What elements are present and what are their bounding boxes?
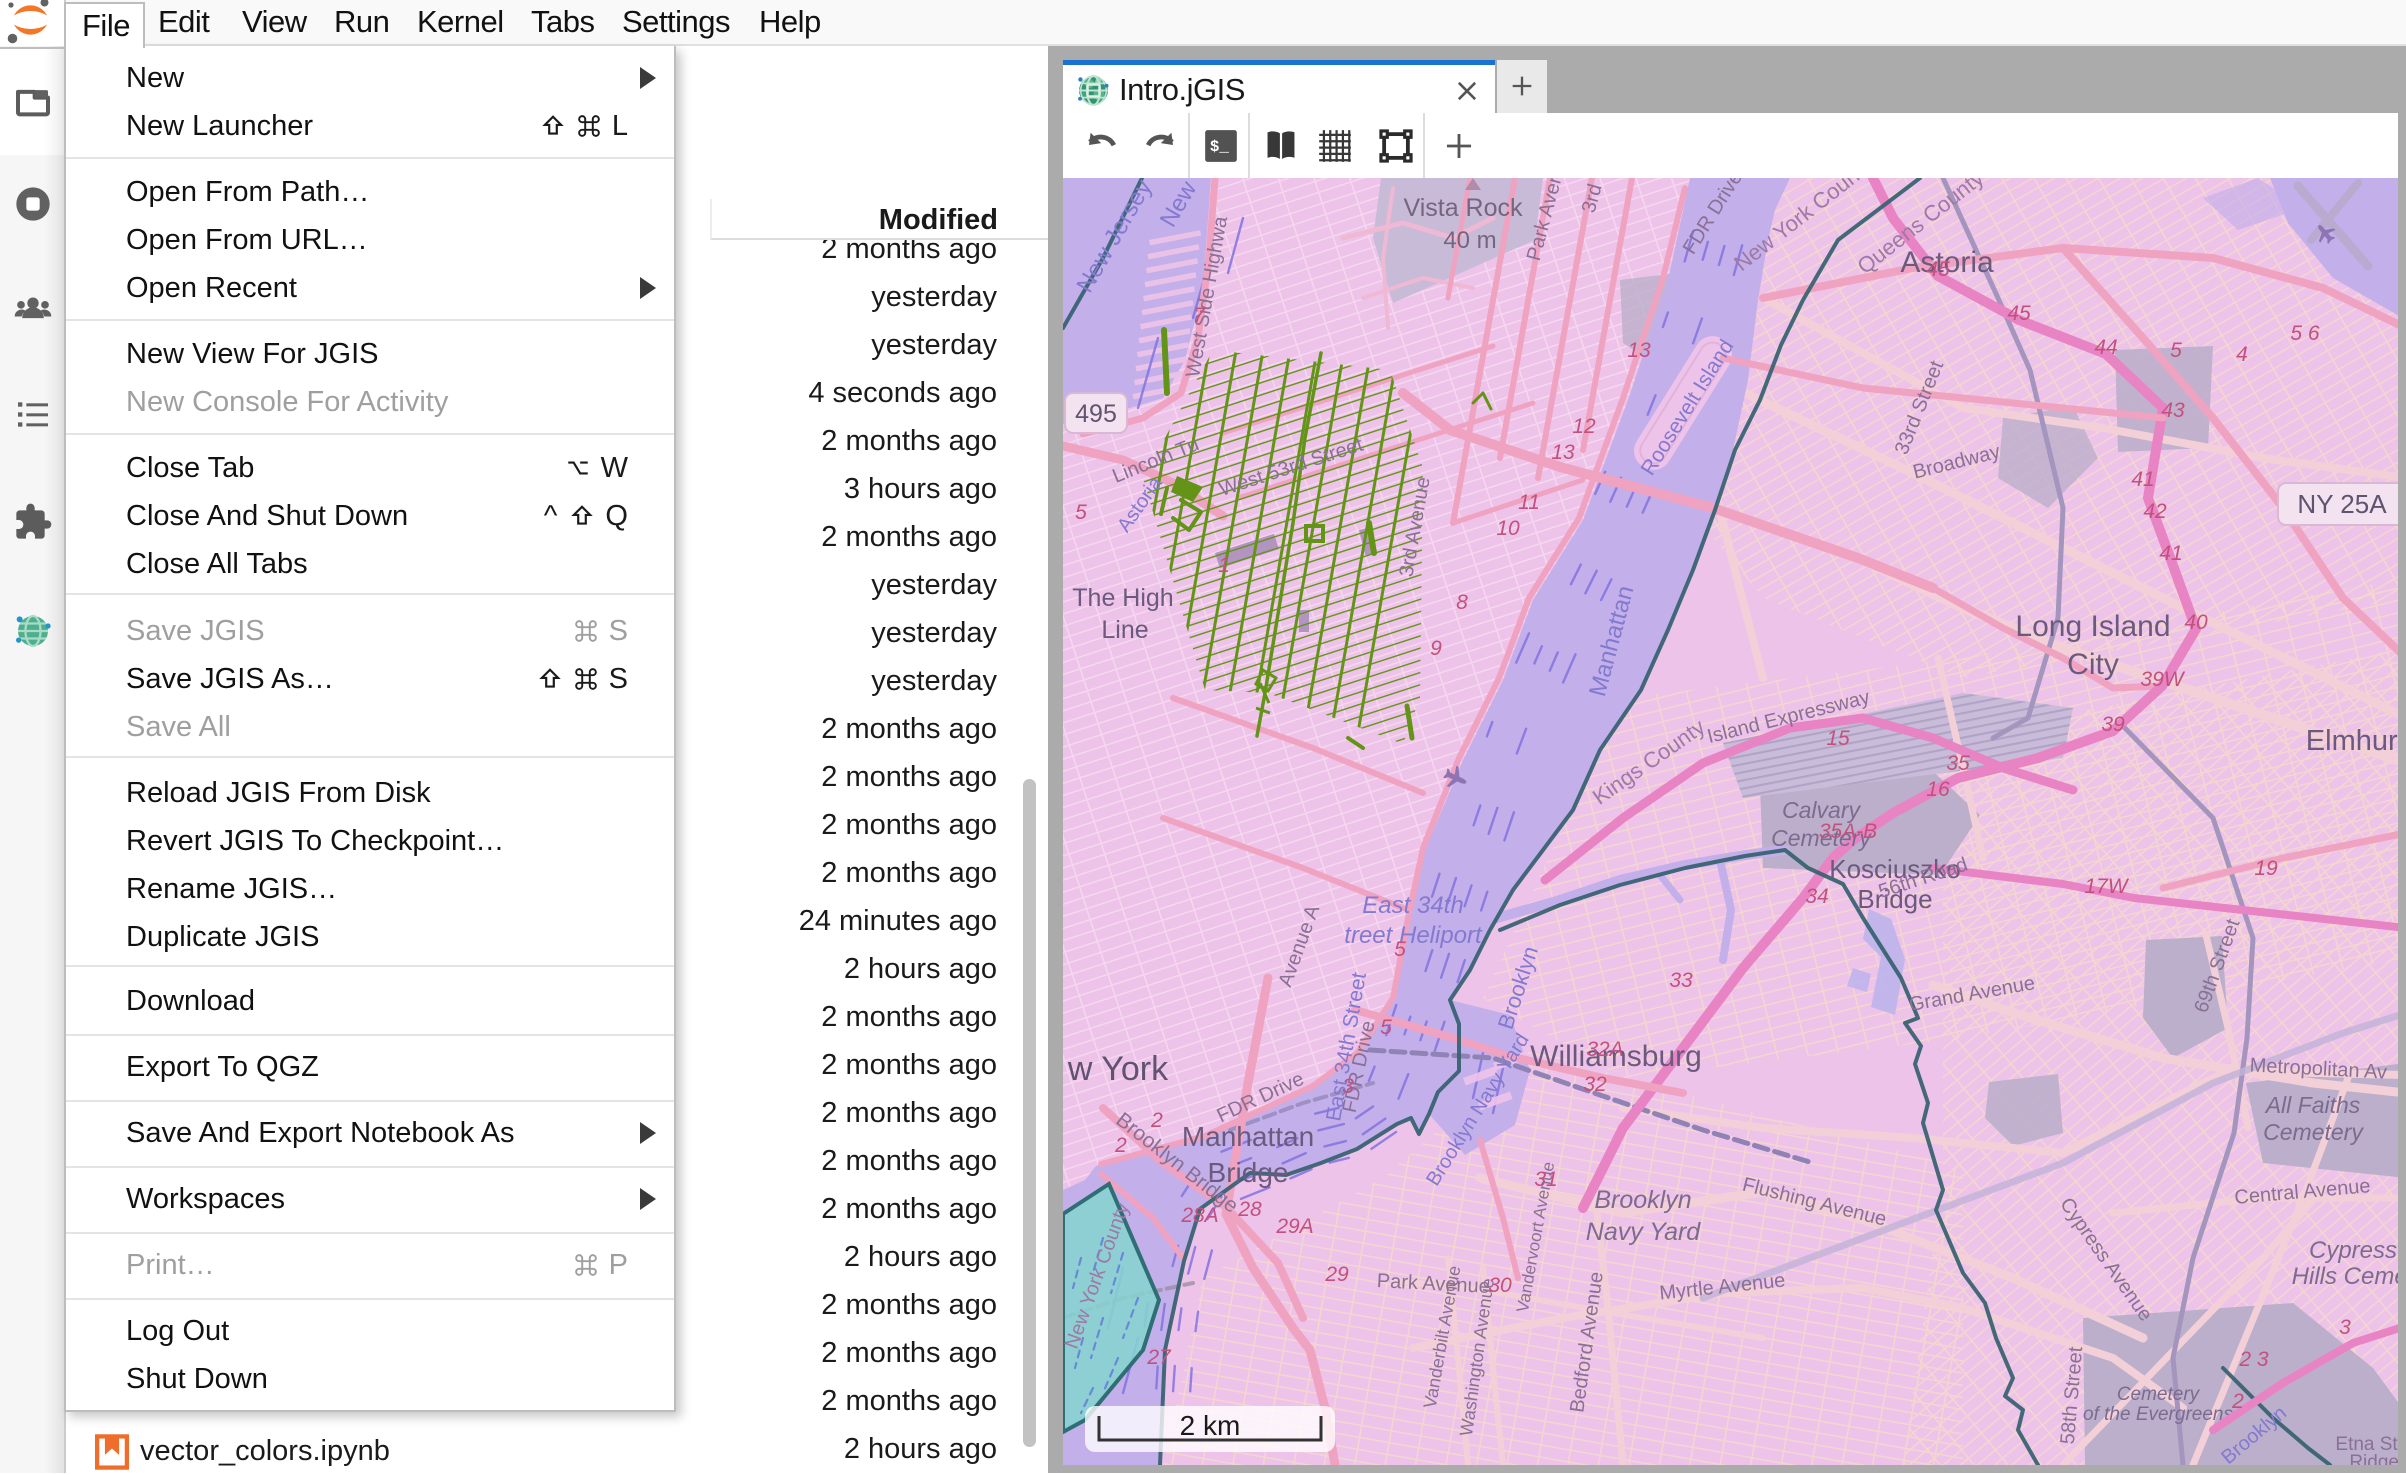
svg-text:3: 3 [2339, 1316, 2351, 1339]
svg-text:9: 9 [1430, 637, 1442, 660]
svg-text:39: 39 [2101, 713, 2125, 736]
svg-text:32A: 32A [1586, 1038, 1623, 1061]
svg-text:City: City [2067, 648, 2119, 681]
svg-text:of the Evergreens: of the Evergreens [2083, 1404, 2233, 1425]
svg-text:40 m: 40 m [1443, 227, 1496, 254]
svg-text:2: 2 [1114, 1134, 1127, 1157]
svg-text:7: 7 [1193, 304, 1206, 327]
svg-text:40: 40 [2184, 611, 2208, 634]
svg-text:East 34th: East 34th [1362, 892, 1463, 919]
svg-text:30: 30 [1488, 1274, 1512, 1297]
svg-text:Vista Rock: Vista Rock [1403, 194, 1523, 222]
svg-text:13: 13 [1551, 441, 1575, 464]
svg-text:5 6: 5 6 [2290, 322, 2320, 345]
svg-text:32: 32 [1583, 1073, 1607, 1096]
svg-text:Long Island: Long Island [2015, 610, 2170, 643]
svg-text:45: 45 [2007, 302, 2031, 325]
svg-text:Brooklyn: Brooklyn [1594, 1186, 1691, 1214]
svg-text:4: 4 [2236, 343, 2248, 366]
svg-text:$_: $_ [1210, 138, 1229, 156]
svg-text:2 3: 2 3 [2238, 1348, 2269, 1371]
svg-text:5: 5 [2170, 339, 2182, 362]
svg-text:35A-B: 35A-B [1819, 820, 1877, 843]
svg-text:Hills Cemet: Hills Cemet [2292, 1263, 2398, 1290]
svg-text:41: 41 [2131, 468, 2154, 491]
svg-text:35: 35 [1946, 752, 1970, 775]
svg-text:treet Heliport: treet Heliport [1344, 922, 1483, 949]
svg-text:5: 5 [1075, 501, 1087, 524]
svg-text:5: 5 [1380, 1016, 1392, 1039]
svg-text:All Faiths: All Faiths [2264, 1092, 2361, 1118]
svg-text:1: 1 [1218, 554, 1230, 577]
svg-text:Navy Yard: Navy Yard [1586, 1218, 1702, 1246]
svg-text:2: 2 [1150, 1109, 1163, 1132]
svg-text:34: 34 [1805, 885, 1828, 908]
svg-text:Cypress: Cypress [2309, 1237, 2397, 1264]
svg-text:495: 495 [1075, 400, 1117, 428]
svg-text:3: 3 [1342, 1075, 1354, 1098]
svg-text:19: 19 [2254, 857, 2278, 880]
svg-text:2 km: 2 km [1180, 1410, 1241, 1441]
svg-text:45: 45 [1926, 258, 1950, 281]
svg-text:Cemetery: Cemetery [2263, 1119, 2364, 1145]
svg-text:w York: w York [1067, 1050, 1169, 1088]
svg-text:10: 10 [1496, 517, 1520, 540]
svg-text:16: 16 [1926, 778, 1950, 801]
svg-text:Manhattan: Manhattan [1182, 1121, 1314, 1152]
svg-text:39W: 39W [2140, 668, 2185, 691]
svg-text:28A: 28A [1180, 1204, 1218, 1227]
svg-text:Line: Line [1101, 616, 1148, 644]
svg-text:Ridgew: Ridgew [2349, 1452, 2398, 1465]
svg-text:The High: The High [1072, 584, 1173, 612]
svg-text:33: 33 [1669, 969, 1693, 992]
svg-text:2: 2 [2231, 1390, 2244, 1413]
svg-text:13: 13 [1627, 339, 1651, 362]
svg-text:Cemetery: Cemetery [2117, 1384, 2201, 1405]
svg-text:43: 43 [2161, 399, 2185, 422]
svg-text:41: 41 [2159, 542, 2182, 565]
svg-text:42: 42 [2143, 500, 2167, 523]
svg-text:27: 27 [1146, 1346, 1172, 1369]
svg-text:29: 29 [1324, 1263, 1349, 1286]
svg-text:28: 28 [1237, 1198, 1262, 1221]
svg-text:44: 44 [2094, 336, 2117, 359]
svg-text:17W: 17W [2084, 875, 2129, 898]
svg-text:5: 5 [1394, 938, 1406, 961]
svg-text:NY 25A: NY 25A [2297, 489, 2387, 519]
svg-text:15: 15 [1826, 727, 1850, 750]
svg-text:31: 31 [1534, 1168, 1557, 1191]
svg-text:8: 8 [1456, 591, 1468, 614]
svg-text:Elmhurst: Elmhurst [2306, 725, 2398, 757]
svg-text:11: 11 [1518, 491, 1540, 514]
svg-text:12: 12 [1572, 415, 1596, 438]
svg-text:29A: 29A [1275, 1215, 1313, 1238]
